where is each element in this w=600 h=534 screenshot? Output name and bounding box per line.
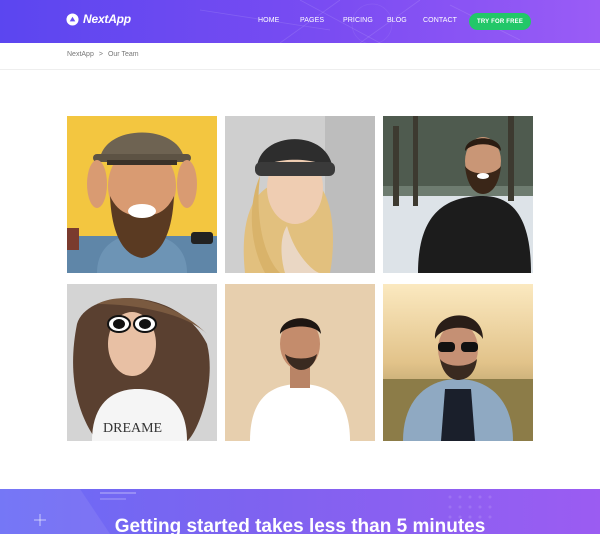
- breadcrumb-home-link[interactable]: NextApp: [67, 51, 94, 58]
- man-denim-jacket-photo[interactable]: [383, 284, 533, 441]
- man-white-tshirt-photo[interactable]: [225, 284, 375, 441]
- breadcrumb-bar: NextApp > Our Team: [0, 43, 600, 70]
- brand-name: NextApp: [83, 12, 131, 26]
- nextapp-logo-icon: [66, 12, 79, 26]
- woman-beanie-photo[interactable]: [225, 116, 375, 273]
- banner-title: Getting started takes less than 5 minute…: [114, 516, 486, 534]
- nav-pricing[interactable]: PRICING: [343, 17, 373, 24]
- bearded-man-hat-photo[interactable]: [67, 116, 217, 273]
- brand-logo[interactable]: NextApp: [66, 12, 131, 26]
- nav-contact[interactable]: CONTACT: [423, 17, 457, 24]
- breadcrumb: NextApp > Our Team: [67, 51, 139, 58]
- top-navbar: NextApp HOME PAGES PRICING BLOG CONTACT …: [0, 0, 600, 43]
- man-black-coat-photo[interactable]: [383, 116, 533, 273]
- getting-started-banner: Getting started takes less than 5 minute…: [0, 489, 600, 534]
- woman-sunglasses-photo[interactable]: DREAME: [67, 284, 217, 441]
- breadcrumb-current: Our Team: [107, 51, 139, 58]
- nav-pages[interactable]: PAGES: [300, 17, 324, 24]
- nav-home[interactable]: HOME: [258, 17, 279, 24]
- try-for-free-button[interactable]: TRY FOR FREE: [469, 13, 531, 30]
- svg-text:DREAME: DREAME: [103, 421, 162, 436]
- nav-blog[interactable]: BLOG: [387, 17, 407, 24]
- breadcrumb-separator: >: [98, 51, 103, 58]
